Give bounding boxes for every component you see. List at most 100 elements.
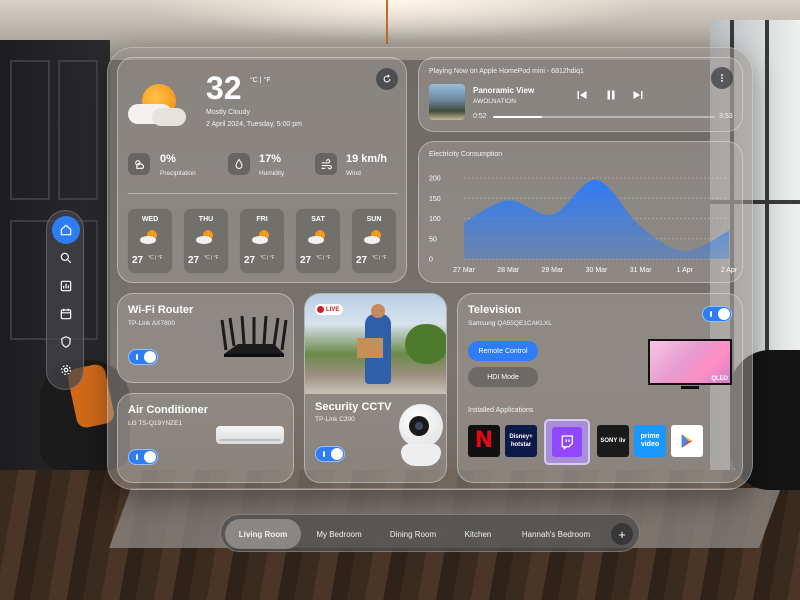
- y-tick-label: 150: [429, 196, 441, 203]
- tab-my-bedroom[interactable]: My Bedroom: [307, 519, 371, 549]
- y-tick-label: 0: [429, 257, 433, 264]
- cloud-sun-icon: [308, 230, 325, 244]
- app-google-play[interactable]: ▶: [671, 425, 703, 457]
- x-tick-label: 29 Mar: [541, 267, 563, 274]
- cloud-sun-icon: [364, 230, 381, 244]
- app-prime-video[interactable]: prime video: [634, 425, 666, 457]
- wind-value: 19 km/h: [346, 153, 387, 165]
- player-source: Playing Now on Apple HomePod mini - 6812…: [429, 68, 584, 75]
- cctv-camera-image: [399, 404, 443, 448]
- remote-control-button[interactable]: Remote Control: [468, 341, 538, 361]
- calendar-icon: [60, 308, 72, 320]
- precipitation-value: 0%: [160, 153, 176, 165]
- cctv-toggle[interactable]: [315, 446, 345, 462]
- humidity-value: 17%: [259, 153, 282, 165]
- consumption-area: [464, 179, 729, 259]
- tab-hannahs-bedroom[interactable]: Hannah's Bedroom: [511, 519, 601, 549]
- forecast-day: THU 27 °C | °F: [183, 208, 229, 274]
- tv-model: Samsung QA55QE1CAKLXL: [468, 320, 552, 327]
- wall-molding: [58, 60, 98, 200]
- pause-button[interactable]: [605, 88, 617, 106]
- app-sony-liv[interactable]: SONY liv: [597, 425, 629, 457]
- track-title: Panoramic View: [473, 86, 535, 95]
- weather-datetime: 2 April 2024, Tuesday, 5:00 pm: [206, 121, 302, 128]
- skip-back-icon: [577, 91, 587, 99]
- more-options-button[interactable]: [711, 67, 733, 89]
- electricity-card: Electricity Consumption 200 150 100 50 0 27 M…: [418, 141, 743, 283]
- unit-toggle[interactable]: °C | °F: [250, 77, 271, 84]
- wall-molding: [10, 60, 50, 200]
- shield-icon: [61, 336, 71, 348]
- forecast-temp: 27: [132, 255, 144, 266]
- droplet-icon: [228, 153, 250, 175]
- next-button[interactable]: [632, 88, 644, 106]
- installed-apps-label: Installed Applications: [468, 407, 534, 414]
- total-duration: 3:53: [719, 113, 733, 120]
- sidebar-item-settings[interactable]: [52, 356, 80, 384]
- refresh-icon: [383, 74, 391, 83]
- x-tick-label: 1 Apr: [677, 267, 694, 274]
- live-dot-icon: [317, 306, 324, 313]
- sidebar-item-analytics[interactable]: [52, 272, 80, 300]
- app-netflix[interactable]: N: [468, 425, 500, 457]
- cctv-camera-base: [401, 444, 441, 466]
- app-disney-hotstar[interactable]: Disney+ hotstar: [505, 425, 537, 457]
- more-vertical-icon: [721, 74, 723, 82]
- weather-condition: Mostly Cloudy: [206, 109, 250, 116]
- forecast-day-name: FRI: [256, 216, 268, 223]
- forecast-units: °C | °F: [372, 255, 387, 261]
- tv-badge: QLED: [711, 376, 728, 382]
- sidebar-item-home[interactable]: [52, 216, 80, 244]
- air-conditioner-card: Air Conditioner LG TS-Q19YNZE1: [117, 393, 294, 483]
- cloud-sun-icon: [252, 230, 269, 244]
- home-icon: [60, 224, 72, 236]
- sidebar-item-search[interactable]: [52, 244, 80, 272]
- tab-dining-room[interactable]: Dining Room: [381, 519, 445, 549]
- ac-title: Air Conditioner: [128, 404, 209, 416]
- google-play-icon: [681, 434, 693, 448]
- wind-label: Wind: [346, 170, 361, 177]
- humidity-label: Humidity: [259, 170, 285, 177]
- sidebar: [46, 210, 84, 390]
- cctv-model: TP-Link C200: [315, 416, 355, 423]
- x-tick-label: 30 Mar: [586, 267, 608, 274]
- router-title: Wi-Fi Router: [128, 304, 194, 316]
- router-image: [220, 316, 288, 357]
- cloud-sun-icon: [128, 153, 150, 175]
- tv-stand: [681, 386, 699, 389]
- tab-living-room[interactable]: Living Room: [225, 519, 301, 549]
- router-toggle[interactable]: [128, 349, 158, 365]
- add-room-button[interactable]: +: [611, 523, 633, 545]
- search-icon: [60, 252, 72, 264]
- cloud-sun-icon: [196, 230, 213, 244]
- gear-icon: [61, 365, 71, 375]
- cctv-title: Security CCTV: [315, 401, 392, 413]
- y-tick-label: 200: [429, 176, 441, 183]
- forecast-temp: 27: [188, 255, 200, 266]
- forecast-units: °C | °F: [204, 255, 219, 261]
- electricity-chart: 200 150 100 50 0 27 Mar 28 Mar 29 Mar 30 Mar 31 M…: [429, 176, 738, 275]
- camera-feed-package: [357, 338, 383, 358]
- router-model: TP-Link AX7800: [128, 320, 175, 327]
- track-artist: AWOLNATION: [473, 98, 516, 105]
- x-tick-label: 2 Apr: [721, 267, 738, 274]
- hdi-mode-button[interactable]: HDI Mode: [468, 367, 538, 387]
- room-tabs: Living Room My Bedroom Dining Room Kitch…: [220, 514, 640, 552]
- twitch-icon: [561, 435, 573, 450]
- progress-fill: [493, 116, 542, 118]
- ac-model: LG TS-Q19YNZE1: [128, 420, 183, 427]
- progress-track[interactable]: [493, 116, 715, 118]
- security-cctv-card: LIVE Security CCTV TP-Link C200: [304, 293, 447, 483]
- precipitation-label: Precipitation: [160, 170, 196, 177]
- sidebar-item-security[interactable]: [52, 328, 80, 356]
- app-twitch[interactable]: twitch: [544, 419, 590, 465]
- ac-toggle[interactable]: [128, 449, 158, 465]
- forecast-day-name: SUN: [366, 216, 382, 223]
- tab-kitchen[interactable]: Kitchen: [453, 519, 503, 549]
- refresh-button[interactable]: [376, 68, 398, 90]
- sidebar-item-calendar[interactable]: [52, 300, 80, 328]
- forecast-temp: 27: [300, 255, 312, 266]
- tv-toggle[interactable]: [702, 306, 732, 322]
- forecast-temp: 27: [356, 255, 368, 266]
- previous-button[interactable]: [576, 88, 588, 106]
